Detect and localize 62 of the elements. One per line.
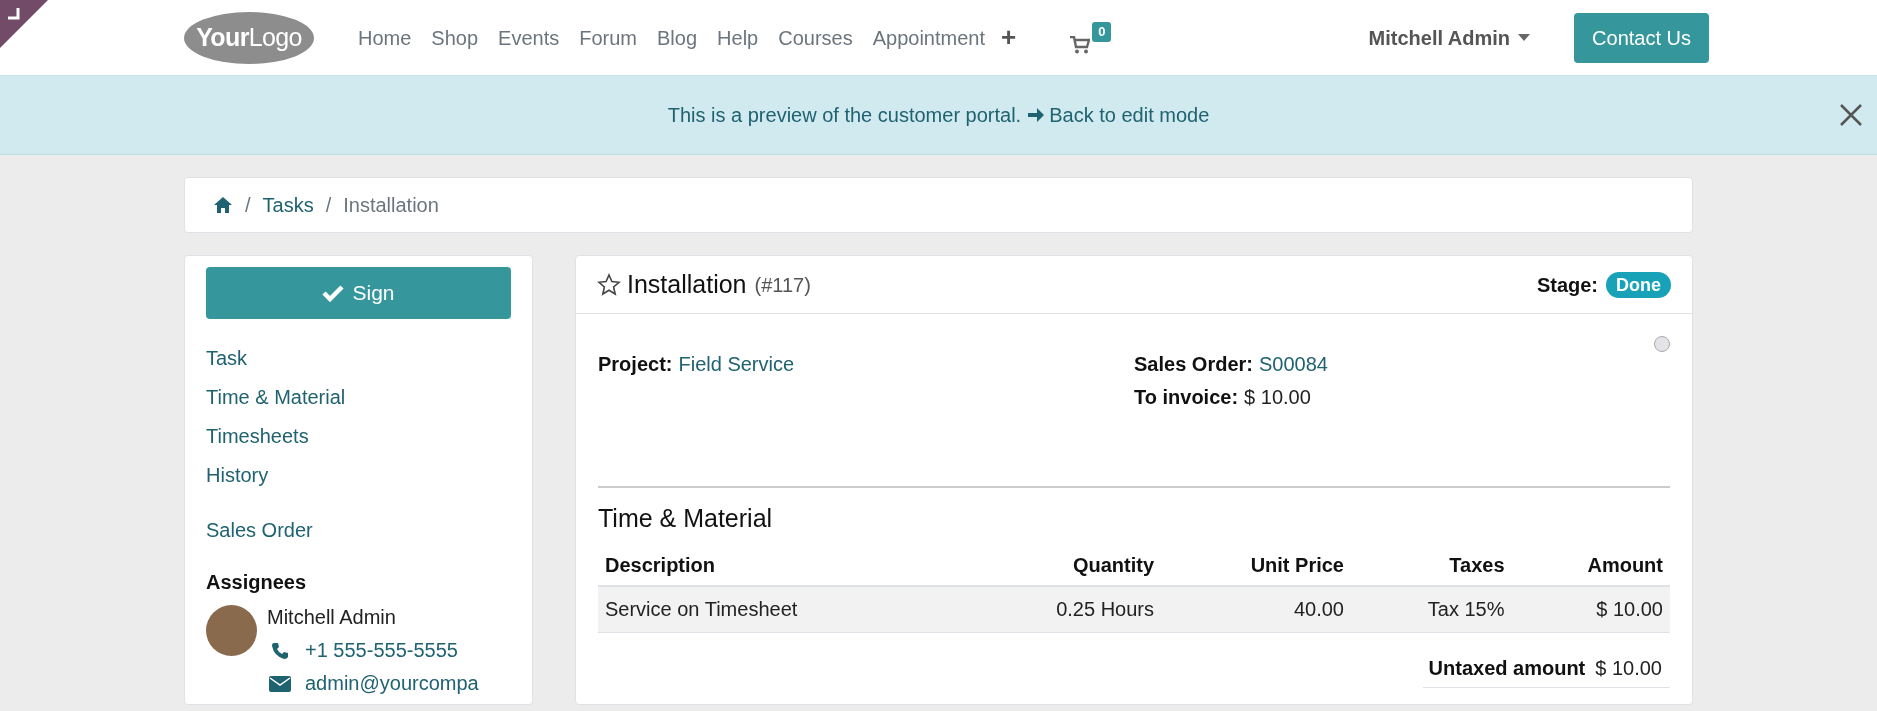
email-icon	[269, 675, 291, 692]
section-heading: Time & Material	[598, 503, 774, 534]
sales-order-link[interactable]: Sales Order	[206, 515, 511, 545]
nav-link[interactable]: Events	[498, 22, 560, 53]
column-header: Taxes	[1351, 545, 1512, 586]
field-label: Project:	[598, 352, 673, 377]
arrow-icon	[1027, 106, 1046, 124]
table-cell: 0.25 Hours	[963, 585, 1161, 633]
untaxed-amount-value: $ 10.00	[1595, 656, 1662, 681]
field-label: Sales Order:	[1134, 352, 1253, 377]
nav-link[interactable]: Home	[358, 22, 412, 53]
column-header: Quantity	[963, 545, 1161, 586]
preview-message: This is a preview of the customer portal.	[667, 103, 1022, 128]
breadcrumb-current: Installation	[343, 193, 439, 218]
contact-us-button[interactable]: Contact Us	[1574, 12, 1709, 63]
sidebar-link[interactable]: Task	[206, 339, 511, 378]
stage-label: Stage:	[1536, 272, 1598, 298]
checkmark-icon	[322, 284, 345, 302]
back-to-edit-link[interactable]: Back to edit mode	[1027, 100, 1210, 130]
assignee-phone[interactable]: +1 555-555-5555	[305, 634, 458, 667]
avatar	[206, 605, 257, 656]
field-value: $ 10.00	[1244, 385, 1311, 410]
sidebar-link[interactable]: Time & Material	[206, 378, 511, 417]
field-label: To invoice:	[1134, 385, 1239, 410]
assignee-email[interactable]: admin@yourcompa	[305, 667, 479, 700]
sidebar-link[interactable]: History	[206, 456, 511, 495]
user-menu[interactable]: Mitchell Admin	[1368, 22, 1511, 53]
home-icon[interactable]	[213, 196, 233, 214]
table-cell: 40.00	[1161, 585, 1351, 633]
nav-link[interactable]: Courses	[778, 22, 853, 53]
task-number: (#117)	[754, 272, 811, 298]
breadcrumb-separator: /	[325, 193, 332, 218]
star-icon[interactable]	[597, 272, 621, 297]
assignee-name: Mitchell Admin	[267, 605, 397, 630]
add-menu-icon[interactable]: +	[1001, 18, 1017, 57]
close-icon[interactable]	[1839, 103, 1863, 127]
sign-button[interactable]: Sign	[206, 267, 511, 319]
nav-link[interactable]: Help	[717, 22, 759, 53]
nav-link[interactable]: Shop	[431, 22, 479, 53]
nav-link[interactable]: Appointment	[872, 22, 985, 53]
field-link[interactable]: Field Service	[678, 348, 795, 381]
breadcrumb-separator: /	[245, 193, 251, 218]
phone-icon	[271, 641, 289, 660]
untaxed-amount-label: Untaxed amount	[1428, 656, 1586, 681]
table-cell: Tax 15%	[1351, 585, 1512, 633]
caret-icon[interactable]	[1518, 33, 1531, 42]
table-cell: $ 10.00	[1511, 585, 1670, 633]
column-header: Amount	[1511, 545, 1670, 586]
nav-link[interactable]: Blog	[657, 22, 698, 53]
sidebar-link[interactable]: Timesheets	[206, 417, 511, 456]
assignees-heading: Assignees	[206, 570, 308, 595]
cart-icon[interactable]	[1070, 35, 1091, 54]
column-header: Description	[598, 545, 964, 586]
table-cell: Service on Timesheet	[598, 585, 964, 633]
column-header: Unit Price	[1161, 545, 1351, 586]
task-title: Installation	[627, 268, 747, 300]
stage-badge: Done	[1606, 271, 1671, 298]
nav-link[interactable]: Forum	[579, 22, 638, 53]
field-link[interactable]: S00084	[1258, 348, 1328, 381]
breadcrumb-link[interactable]: Tasks	[262, 190, 314, 220]
editor-corner-icon[interactable]	[0, 0, 48, 48]
cart-count-badge: 0	[1092, 21, 1112, 42]
